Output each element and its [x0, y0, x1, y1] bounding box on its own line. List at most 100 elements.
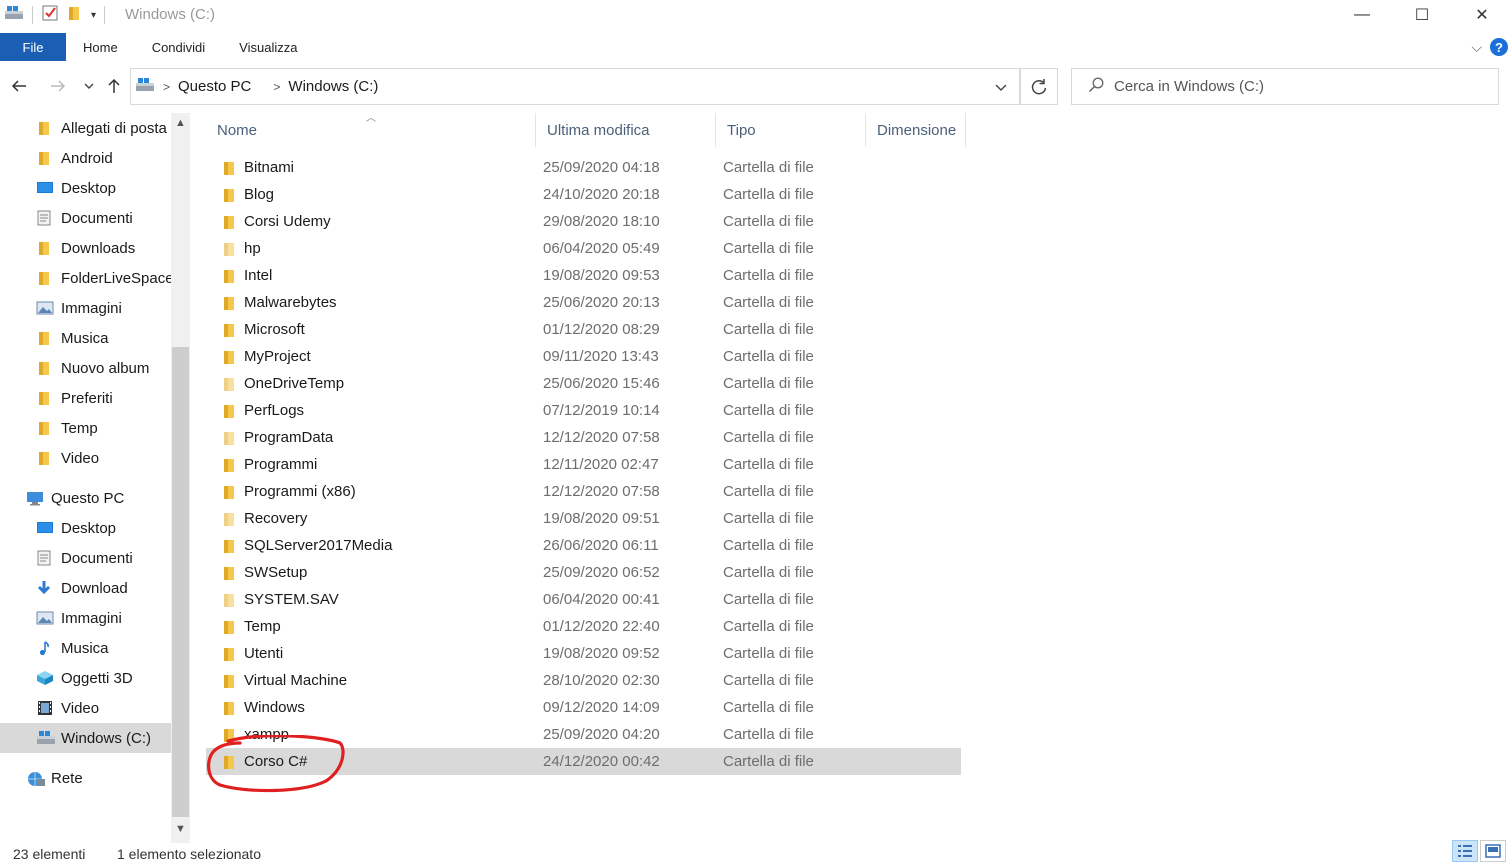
refresh-button[interactable]	[1020, 68, 1058, 105]
video-icon	[36, 700, 54, 716]
file-modified: 06/04/2020 00:41	[543, 591, 660, 608]
back-button[interactable]	[8, 75, 30, 97]
close-button[interactable]: ✕	[1452, 0, 1512, 30]
sidebar-item[interactable]: Nuovo album	[0, 353, 171, 383]
drive-icon	[135, 77, 155, 97]
sidebar-item[interactable]: Rete	[0, 763, 171, 793]
up-button[interactable]	[103, 75, 125, 97]
file-row[interactable]: Programmi 12/11/2020 02:47 Cartella di fil…	[206, 451, 961, 478]
file-row[interactable]: SYSTEM.SAV 06/04/2020 00:41 Cartella di fi…	[206, 586, 961, 613]
tab-file[interactable]: File	[0, 33, 66, 61]
sidebar-item[interactable]: Immagini	[0, 293, 171, 323]
sidebar-item[interactable]: Immagini	[0, 603, 171, 633]
tab-condividi[interactable]: Condividi	[135, 33, 222, 61]
sidebar-item-label: Musica	[61, 329, 109, 347]
scroll-down-icon[interactable]: ▼	[171, 819, 190, 839]
sidebar-item[interactable]: Documenti	[0, 543, 171, 573]
file-row[interactable]: Programmi (x86) 12/12/2020 07:58 Cartella …	[206, 478, 961, 505]
file-type: Cartella di file	[723, 240, 814, 257]
column-header-size[interactable]: Dimensione	[866, 113, 966, 147]
chevron-right-icon[interactable]: >	[273, 80, 280, 94]
desktop-icon	[36, 520, 54, 536]
address-dropdown-button[interactable]	[995, 79, 1007, 96]
folder-icon	[221, 565, 237, 585]
file-row[interactable]: Virtual Machine 28/10/2020 02:30 Cartella …	[206, 667, 961, 694]
file-name: hp	[244, 240, 261, 257]
column-header-type[interactable]: Tipo	[716, 113, 866, 147]
scroll-up-icon[interactable]: ▲	[171, 113, 190, 133]
file-row[interactable]: Utenti 19/08/2020 09:52 Cartella di file	[206, 640, 961, 667]
forward-button[interactable]	[47, 75, 69, 97]
sidebar-item[interactable]: Desktop	[0, 513, 171, 543]
file-row[interactable]: xampp 25/09/2020 04:20 Cartella di file	[206, 721, 961, 748]
sidebar-item[interactable]: Windows (C:)	[0, 723, 171, 753]
sidebar-item[interactable]: FolderLiveSpace	[0, 263, 171, 293]
sidebar-item[interactable]: Musica	[0, 633, 171, 663]
folder-icon	[221, 295, 237, 315]
folder-icon	[221, 538, 237, 558]
search-input[interactable]	[1114, 78, 1474, 95]
tab-home[interactable]: Home	[66, 33, 135, 61]
file-row[interactable]: Recovery 19/08/2020 09:51 Cartella di file	[206, 505, 961, 532]
address-bar[interactable]: > Questo PC > Windows (C:)	[130, 68, 1020, 105]
file-row[interactable]: Microsoft 01/12/2020 08:29 Cartella di fil…	[206, 316, 961, 343]
file-row[interactable]: Blog 24/10/2020 20:18 Cartella di file	[206, 181, 961, 208]
column-header-name[interactable]: Nome ︿	[206, 113, 536, 147]
folder-icon	[221, 619, 237, 639]
file-row[interactable]: Malwarebytes 25/06/2020 20:13 Cartella di …	[206, 289, 961, 316]
file-name: Bitnami	[244, 159, 295, 176]
sidebar-item[interactable]: Oggetti 3D	[0, 663, 171, 693]
sidebar-item-label: Video	[61, 699, 100, 717]
title-bar: ▾ Windows (C:) — ☐ ✕	[0, 0, 1512, 31]
sidebar-item[interactable]: Downloads	[0, 233, 171, 263]
large-icons-view-button[interactable]	[1480, 840, 1506, 862]
file-row[interactable]: MyProject 09/11/2020 13:43 Cartella di fil…	[206, 343, 961, 370]
sidebar-item[interactable]: Video	[0, 693, 171, 723]
sidebar-item-label: Windows (C:)	[61, 729, 152, 747]
breadcrumb-questo-pc[interactable]: Questo PC	[178, 78, 251, 95]
sidebar-item[interactable]: Documenti	[0, 203, 171, 233]
navigation-pane-scrollbar[interactable]: ▲ ▼	[171, 113, 190, 843]
tab-visualizza[interactable]: Visualizza	[222, 33, 314, 61]
sidebar-item[interactable]: Download	[0, 573, 171, 603]
expand-ribbon-icon[interactable]: ⌵	[1471, 39, 1482, 56]
properties-icon[interactable]	[41, 4, 59, 26]
file-row[interactable]: Corsi Udemy 29/08/2020 18:10 Cartella di f…	[206, 208, 961, 235]
recent-locations-button[interactable]	[78, 75, 100, 97]
file-row[interactable]: SQLServer2017Media 26/06/2020 06:11 Cartel…	[206, 532, 961, 559]
download-icon	[36, 580, 54, 596]
help-icon[interactable]: ?	[1490, 38, 1508, 56]
file-row[interactable]: PerfLogs 07/12/2019 10:14 Cartella di file	[206, 397, 961, 424]
search-box[interactable]	[1071, 68, 1499, 105]
new-folder-icon[interactable]	[67, 4, 83, 26]
sidebar-item[interactable]: Questo PC	[0, 483, 171, 513]
drive-icon	[36, 730, 55, 746]
minimize-button[interactable]: —	[1332, 0, 1392, 30]
details-view-button[interactable]	[1452, 840, 1478, 862]
chevron-down-icon[interactable]: ▾	[91, 10, 96, 21]
maximize-button[interactable]: ☐	[1392, 0, 1452, 30]
sidebar-item[interactable]: Desktop	[0, 173, 171, 203]
file-row[interactable]: SWSetup 25/09/2020 06:52 Cartella di file	[206, 559, 961, 586]
scrollbar-thumb[interactable]	[172, 347, 189, 817]
file-row[interactable]: ProgramData 12/12/2020 07:58 Cartella di f…	[206, 424, 961, 451]
file-row[interactable]: Intel 19/08/2020 09:53 Cartella di file	[206, 262, 961, 289]
sidebar-item[interactable]: Allegati di posta	[0, 113, 171, 143]
chevron-right-icon[interactable]: >	[163, 80, 170, 94]
sidebar-item[interactable]: Preferiti	[0, 383, 171, 413]
sidebar-item[interactable]: Video	[0, 443, 171, 473]
file-name: Windows	[244, 699, 305, 716]
file-row[interactable]: Windows 09/12/2020 14:09 Cartella di file	[206, 694, 961, 721]
column-header-modified[interactable]: Ultima modifica	[536, 113, 716, 147]
drive-icon[interactable]	[4, 4, 24, 26]
file-type: Cartella di file	[723, 618, 814, 635]
file-row[interactable]: Temp 01/12/2020 22:40 Cartella di file	[206, 613, 961, 640]
sidebar-item[interactable]: Android	[0, 143, 171, 173]
file-row[interactable]: OneDriveTemp 25/06/2020 15:46 Cartella di …	[206, 370, 961, 397]
file-row[interactable]: Bitnami 25/09/2020 04:18 Cartella di file	[206, 154, 961, 181]
file-row[interactable]: Corso C# 24/12/2020 00:42 Cartella di file	[206, 748, 961, 775]
breadcrumb-windows-c[interactable]: Windows (C:)	[288, 78, 378, 95]
sidebar-item[interactable]: Musica	[0, 323, 171, 353]
file-row[interactable]: hp 06/04/2020 05:49 Cartella di file	[206, 235, 961, 262]
sidebar-item[interactable]: Temp	[0, 413, 171, 443]
